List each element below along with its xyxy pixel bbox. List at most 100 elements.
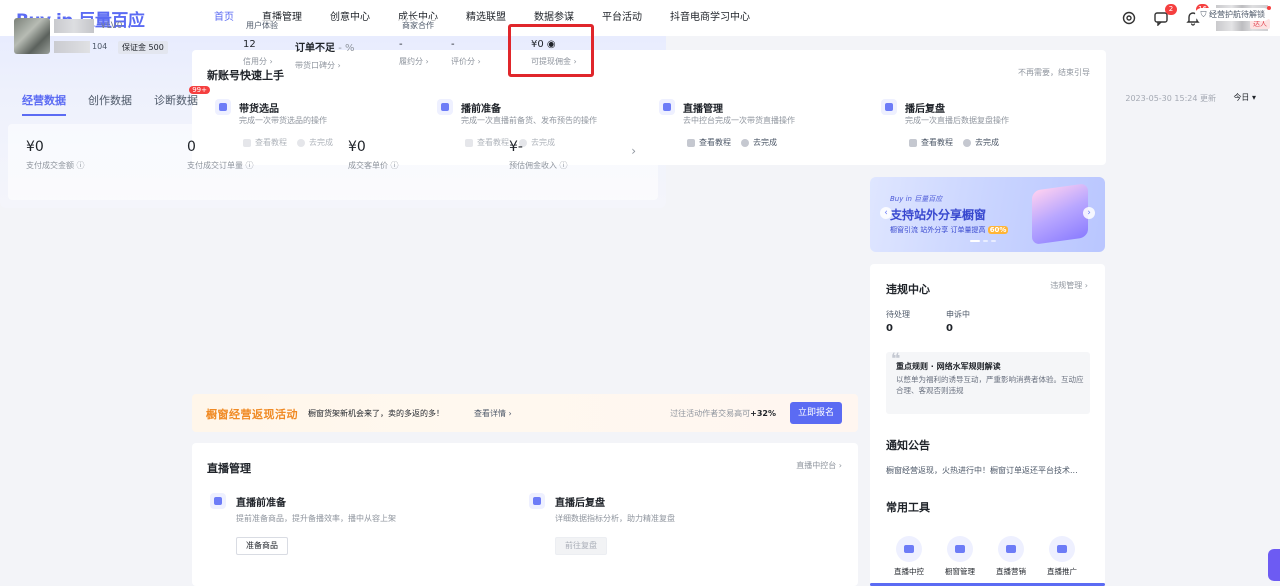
- signup-button[interactable]: 立即报名: [789, 402, 842, 424]
- tool-window-management[interactable]: 橱窗管理: [945, 536, 975, 577]
- account-avatar[interactable]: [14, 18, 50, 54]
- level-badge[interactable]: ∨LV0: [100, 21, 123, 31]
- tool-live-marketing[interactable]: 直播营销: [996, 536, 1026, 577]
- promo-banner: 橱窗经营返现活动 橱窗货架新机会来了，卖的多返的多！ 查看详情 › 过往活动作者…: [192, 394, 858, 432]
- video-icon: [659, 99, 675, 115]
- settings-gear-icon[interactable]: [1120, 9, 1138, 27]
- top-nav-bar: Buy in 巨量百应 首页 直播管理 创意中心 成长中心 精选联盟 数据参谋 …: [0, 0, 1280, 36]
- credit-score[interactable]: 12 信用分 ›: [243, 39, 273, 67]
- nav-home[interactable]: 首页: [214, 0, 234, 36]
- book-icon: [909, 138, 917, 147]
- live-console-link[interactable]: 直播中控台 ›: [796, 460, 842, 471]
- trend-icon: [1049, 536, 1075, 562]
- step-title: 带货选品: [239, 104, 279, 115]
- item-desc: 提前准备商品，提升备播效率，播中从容上架: [236, 514, 396, 523]
- side-panel: 违规中心 违规管理 › 待处理 0 申诉中 0 ❝ 重点规则 · 网络水军规则解…: [870, 264, 1105, 586]
- stat-commission: ¥- 预估佣金收入 ⓘ: [509, 139, 568, 170]
- step-desc: 去中控台完成一次带货直播操作: [683, 116, 795, 125]
- promo-title: 橱窗经营返现活动: [206, 408, 298, 421]
- chart-icon: [529, 493, 545, 509]
- go-complete-link[interactable]: 去完成: [741, 137, 777, 148]
- appeal-label: 申诉中: [946, 310, 970, 319]
- rule-card[interactable]: ❝ 重点规则 · 网络水军规则解读 以憋单为福利的诱导互动，严重影响消费者体验。…: [886, 349, 1090, 414]
- live-management-card: 直播管理 直播中控台 › 直播前准备 提前准备商品，提升备播效率，播中从容上架 …: [192, 443, 858, 586]
- notice-title: 通知公告: [886, 439, 930, 452]
- go-complete-link[interactable]: 去完成: [963, 137, 999, 148]
- ad-carousel[interactable]: Buy in 巨量百应 支持站外分享橱窗 橱窗引流 站外分享 订单量提高 60%…: [870, 177, 1105, 252]
- deposit-badge[interactable]: 保证金 500: [118, 41, 168, 54]
- book-icon: [687, 138, 695, 147]
- tools-grid: 直播中控 橱窗管理 直播营销 直播推广: [894, 536, 1077, 577]
- rule-title: 重点规则 · 网络水军规则解读: [896, 362, 1001, 371]
- guard-unlock-badge[interactable]: ⛉ 经营护航待解锁: [1195, 6, 1271, 21]
- chart-icon: [881, 99, 897, 115]
- notice-text[interactable]: 橱窗经营返现，火热进行中！橱窗订单返还平台技术...: [886, 465, 1078, 476]
- carousel-dots: [970, 240, 996, 242]
- prepare-goods-button[interactable]: 准备商品: [236, 537, 288, 555]
- account-name: [54, 19, 94, 33]
- arrow-icon: [963, 138, 971, 147]
- merchant-cooperation-header: 商家合作: [396, 19, 440, 32]
- data-tabs: 经营数据 创作数据 诊断数据 99+: [22, 86, 210, 116]
- review-score[interactable]: - 评价分 ›: [451, 39, 481, 67]
- tab-diagnosis-data[interactable]: 诊断数据 99+: [154, 86, 210, 116]
- rule-desc: 以憋单为福利的诱导互动，严重影响消费者体验。互动应合理、客观否则违规: [896, 375, 1084, 395]
- user-experience-header: 用户体验: [240, 19, 284, 32]
- stats-next-chevron-icon[interactable]: ›: [631, 144, 636, 158]
- step-title: 播前准备: [461, 104, 501, 115]
- ad-subtitle: 橱窗引流 站外分享 订单量提高 60%: [890, 226, 1009, 234]
- tab-business-data[interactable]: 经营数据: [22, 92, 66, 116]
- violation-title: 违规中心: [886, 283, 930, 296]
- ad-brand: Buy in 巨量百应: [890, 195, 943, 203]
- tab-creation-data[interactable]: 创作数据: [88, 92, 132, 116]
- highlight-box: [508, 24, 594, 77]
- update-time: 2023-05-30 15:24 更新: [1125, 94, 1216, 103]
- go-review-button[interactable]: 前往复盘: [555, 537, 607, 555]
- cart-icon: [210, 493, 226, 509]
- promo-detail-link[interactable]: 查看详情 ›: [474, 408, 512, 419]
- fulfillment-score[interactable]: - 履约分 ›: [399, 39, 429, 67]
- ad-title: 支持站外分享橱窗: [890, 208, 987, 222]
- tool-live-console[interactable]: 直播中控: [894, 536, 924, 577]
- diagnosis-badge: 99+: [189, 86, 210, 94]
- reputation-score[interactable]: 订单不足 - % 带货口碑分 ›: [295, 39, 354, 71]
- view-tutorial-link[interactable]: 查看教程: [909, 137, 953, 148]
- arrow-icon: [741, 138, 749, 147]
- pending-label: 待处理: [886, 310, 910, 319]
- red-dot: [1267, 6, 1271, 10]
- cart-icon: [215, 99, 231, 115]
- ticket-icon: [998, 536, 1024, 562]
- view-tutorial-link[interactable]: 查看教程: [687, 137, 731, 148]
- nav-selected-alliance[interactable]: 精选联盟: [466, 0, 506, 36]
- violation-manage-link[interactable]: 违规管理 ›: [1050, 280, 1088, 291]
- account-id: [54, 41, 90, 53]
- floating-help-button[interactable]: [1268, 549, 1280, 581]
- main-nav: 首页 直播管理 创意中心 成长中心 精选联盟 数据参谋 平台活动 抖音电商学习中…: [214, 0, 778, 36]
- item-title: 直播后复盘: [555, 498, 605, 509]
- promo-note: 过往活动作者交易高可+32%: [670, 409, 776, 418]
- stat-gmv: ¥0 支付成交金额 ⓘ: [26, 139, 85, 170]
- message-badge: 2: [1165, 4, 1177, 15]
- step-desc: 完成一次直播后数据复盘操作: [905, 116, 1009, 125]
- live-title: 直播管理: [207, 462, 251, 475]
- pending-count[interactable]: 0: [886, 323, 893, 334]
- message-icon[interactable]: 2: [1152, 4, 1177, 27]
- nav-creative-center[interactable]: 创意中心: [330, 0, 370, 36]
- stat-avg-price: ¥0 成交客单价 ⓘ: [348, 139, 399, 170]
- carousel-next-icon[interactable]: ›: [1083, 207, 1095, 219]
- tools-title: 常用工具: [886, 501, 930, 514]
- clipboard-icon: [437, 99, 453, 115]
- stats-panel: ¥0 支付成交金额 ⓘ 0 支付成交订单量 ⓘ ¥0 成交客单价 ⓘ ¥- 预估…: [8, 124, 658, 200]
- fans-count: 104: [92, 42, 108, 51]
- carousel-prev-icon[interactable]: ‹: [880, 207, 892, 219]
- step-title: 播后复盘: [905, 104, 945, 115]
- end-guide-link[interactable]: 不再需要，结束引导: [1018, 67, 1090, 78]
- video-icon: [896, 536, 922, 562]
- appeal-count[interactable]: 0: [946, 323, 953, 334]
- item-title: 直播前准备: [236, 498, 286, 509]
- date-range-select[interactable]: 今日 ▾: [1233, 92, 1256, 103]
- item-desc: 详细数据指标分析，助力精准复盘: [555, 514, 675, 523]
- nav-learning-center[interactable]: 抖音电商学习中心: [670, 0, 750, 36]
- nav-platform-activity[interactable]: 平台活动: [602, 0, 642, 36]
- tool-live-promotion[interactable]: 直播推广: [1047, 536, 1077, 577]
